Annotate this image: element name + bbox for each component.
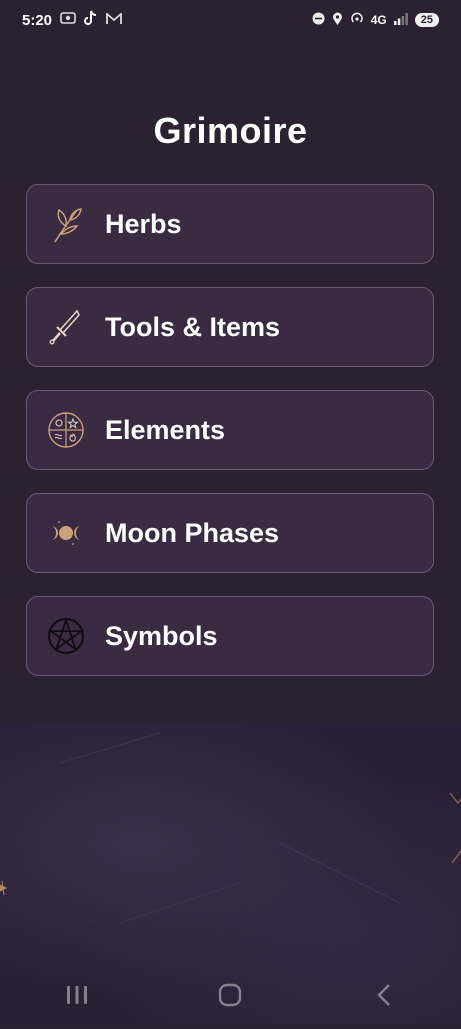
status-right: 4G 25: [312, 12, 439, 29]
menu-item-symbols[interactable]: Symbols: [26, 596, 434, 676]
recent-apps-icon[interactable]: [47, 975, 107, 1015]
menu-label-herbs: Herbs: [105, 208, 182, 239]
herb-leaf-icon: [45, 203, 87, 245]
elements-circle-icon: [45, 409, 87, 451]
battery-indicator: 25: [414, 13, 439, 27]
menu-label-elements: Elements: [105, 414, 226, 445]
menu-label-tools-items: Tools & Items: [105, 311, 281, 342]
location-icon: [332, 12, 343, 29]
menu-item-moon-phases[interactable]: Moon Phases: [26, 493, 434, 573]
menu-item-herbs[interactable]: Herbs: [26, 184, 434, 264]
signal-icon: [393, 12, 408, 28]
menu-label-symbols: Symbols: [105, 620, 218, 651]
dagger-icon: [45, 306, 87, 348]
tiktok-icon: [84, 10, 98, 30]
dnd-icon: [312, 12, 325, 28]
page-title: Grimoire: [153, 110, 308, 151]
back-icon[interactable]: [354, 975, 414, 1015]
screenshot-icon: [60, 11, 76, 29]
pentacle-icon: [45, 615, 87, 657]
gmail-icon: [106, 11, 122, 29]
home-icon[interactable]: [200, 975, 260, 1015]
hotspot-icon: [350, 12, 364, 29]
moon-phases-icon: [45, 512, 87, 554]
menu-item-tools-items[interactable]: Tools & Items: [26, 287, 434, 367]
menu-item-elements[interactable]: Elements: [26, 390, 434, 470]
status-bar: 5:20 4G 25: [0, 0, 461, 40]
status-time: 5:20: [22, 11, 53, 29]
menu-label-moon-phases: Moon Phases: [105, 517, 280, 548]
network-label: 4G: [370, 13, 387, 27]
system-nav-bar: [0, 965, 461, 1024]
status-left: 5:20: [22, 10, 122, 30]
